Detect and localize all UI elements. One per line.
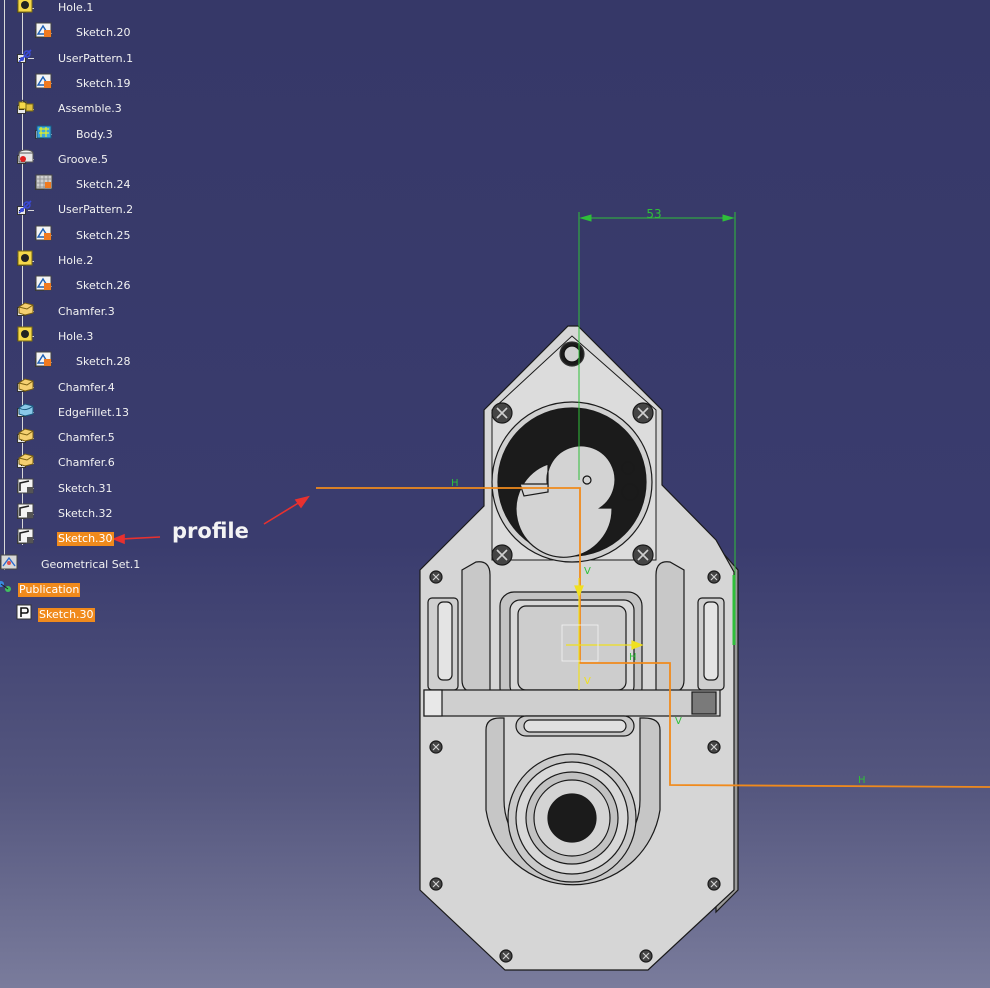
specification-tree[interactable]: Hole.1 Sketch.20 UserPattern.1 Sketch.19 Ass… bbox=[0, 0, 300, 640]
tree-node-label[interactable]: Sketch.32 bbox=[57, 507, 114, 521]
tree-node[interactable]: Sketch.19 bbox=[35, 73, 132, 95]
tree-node-label[interactable]: Publication bbox=[18, 582, 81, 597]
user-pattern-icon[interactable] bbox=[18, 200, 53, 219]
tree-node[interactable]: Sketch.31 bbox=[17, 478, 114, 500]
tree-node[interactable]: Chamfer.6 bbox=[17, 452, 116, 474]
tree-node[interactable]: Hole.2 bbox=[17, 250, 94, 272]
tree-node[interactable]: Hole.1 bbox=[17, 0, 94, 19]
tree-node-label[interactable]: UserPattern.1 bbox=[57, 52, 134, 66]
body-icon[interactable] bbox=[36, 125, 71, 144]
geometrical-set-icon[interactable] bbox=[0, 554, 36, 574]
tree-node-label[interactable]: EdgeFillet.13 bbox=[57, 406, 130, 420]
tree-node-label[interactable]: Sketch.20 bbox=[75, 26, 132, 40]
sketch-icon[interactable] bbox=[35, 73, 71, 93]
tree-node-label[interactable]: Chamfer.5 bbox=[57, 431, 116, 445]
tree-line bbox=[4, 0, 5, 570]
tree-node[interactable]: EdgeFillet.13 bbox=[17, 402, 130, 424]
tree-node-label[interactable]: Sketch.25 bbox=[75, 229, 132, 243]
constraint-h-3: H bbox=[858, 775, 866, 786]
tree-node[interactable]: UserPattern.2 bbox=[17, 199, 134, 221]
tree-node-label[interactable]: Hole.2 bbox=[57, 254, 94, 268]
tree-node[interactable]: Geometrical Set.1 bbox=[0, 554, 141, 576]
tree-node[interactable]: Sketch.30 bbox=[16, 604, 95, 626]
tree-node[interactable]: Hole.3 bbox=[17, 326, 94, 348]
tree-node-label[interactable]: Sketch.19 bbox=[75, 77, 132, 91]
tree-node[interactable]: Publication bbox=[0, 579, 81, 601]
constraint-v-1: V bbox=[584, 566, 591, 577]
sketch-outline-icon[interactable] bbox=[17, 478, 53, 498]
tree-node[interactable]: UserPattern.1 bbox=[17, 48, 134, 70]
sketch-icon[interactable] bbox=[35, 225, 71, 245]
chamfer-icon[interactable] bbox=[18, 377, 53, 397]
tree-node-label[interactable]: Sketch.30 bbox=[57, 532, 114, 547]
axis-v-label: V bbox=[584, 676, 591, 687]
tree-node-label[interactable]: Sketch.31 bbox=[57, 482, 114, 496]
tree-node-label[interactable]: Sketch.24 bbox=[75, 178, 132, 192]
constraint-h-2: H bbox=[629, 652, 637, 663]
constraint-v-2: V bbox=[675, 716, 682, 727]
tree-node-label[interactable]: UserPattern.2 bbox=[57, 203, 134, 217]
tree-node[interactable]: Sketch.30 bbox=[17, 528, 114, 550]
tree-node[interactable]: Sketch.28 bbox=[35, 351, 132, 373]
user-pattern-icon[interactable] bbox=[18, 49, 53, 68]
edge-fillet-icon[interactable] bbox=[18, 403, 53, 422]
hole-icon[interactable] bbox=[17, 250, 53, 270]
hole-icon[interactable] bbox=[17, 326, 53, 346]
tree-node[interactable]: Groove.5 bbox=[17, 149, 109, 171]
tree-node[interactable]: Sketch.26 bbox=[35, 275, 132, 297]
chamfer-icon[interactable] bbox=[18, 302, 53, 321]
tree-node[interactable]: Sketch.32 bbox=[17, 503, 114, 525]
sketch-outline-icon[interactable] bbox=[17, 503, 53, 523]
tree-node[interactable]: Chamfer.5 bbox=[17, 427, 116, 449]
hole-icon[interactable] bbox=[17, 0, 53, 17]
chamfer-icon[interactable] bbox=[18, 428, 53, 447]
tree-node-label[interactable]: Sketch.30 bbox=[38, 608, 95, 623]
tree-node[interactable]: Assemble.3 bbox=[17, 98, 123, 120]
tree-node[interactable]: Sketch.25 bbox=[35, 225, 132, 247]
dimension-53-label[interactable]: 53 bbox=[646, 207, 661, 221]
tree-node[interactable]: Chamfer.3 bbox=[17, 301, 116, 323]
sketch-icon[interactable] bbox=[35, 351, 71, 371]
tree-node-label[interactable]: Groove.5 bbox=[57, 153, 109, 167]
publication-item-icon[interactable] bbox=[16, 604, 34, 624]
tree-node-label[interactable]: Sketch.26 bbox=[75, 279, 132, 293]
tree-node[interactable]: Sketch.24 bbox=[35, 174, 132, 196]
constraint-h-1: H bbox=[451, 478, 459, 489]
tree-node-label[interactable]: Chamfer.4 bbox=[57, 381, 116, 395]
publication-icon[interactable] bbox=[0, 580, 14, 599]
sketch-outline-icon[interactable] bbox=[17, 528, 53, 548]
tree-node-label[interactable]: Hole.3 bbox=[57, 330, 94, 344]
chamfer-icon[interactable] bbox=[18, 453, 53, 472]
sketch-icon[interactable] bbox=[35, 275, 71, 295]
tree-node-label[interactable]: Body.3 bbox=[75, 128, 114, 142]
tree-node-label[interactable]: Hole.1 bbox=[57, 1, 94, 15]
tree-node-label[interactable]: Assemble.3 bbox=[57, 102, 123, 116]
tree-node[interactable]: Chamfer.4 bbox=[17, 377, 116, 399]
sketch-grid-icon[interactable] bbox=[35, 174, 71, 194]
tree-node-label[interactable]: Sketch.28 bbox=[75, 355, 132, 369]
groove-icon[interactable] bbox=[18, 149, 53, 169]
tree-node-label[interactable]: Chamfer.3 bbox=[57, 305, 116, 319]
tree-node[interactable]: Body.3 bbox=[35, 124, 114, 146]
sketch-icon[interactable] bbox=[35, 22, 71, 42]
assemble-icon[interactable] bbox=[18, 99, 53, 118]
tree-node-label[interactable]: Chamfer.6 bbox=[57, 456, 116, 470]
tree-node-label[interactable]: Geometrical Set.1 bbox=[40, 558, 141, 572]
tree-node[interactable]: Sketch.20 bbox=[35, 22, 132, 44]
